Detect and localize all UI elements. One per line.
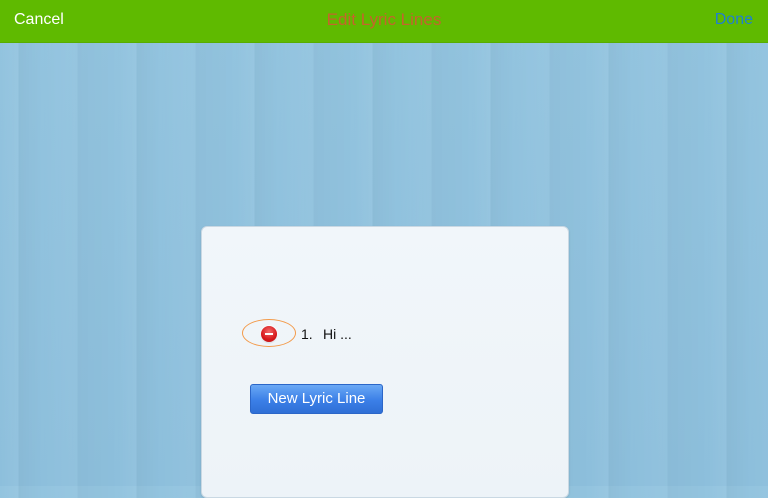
lyric-lines-panel: 1. Hi ... New Lyric Line — [201, 226, 569, 498]
lyric-line-row: 1. Hi ... — [242, 319, 542, 349]
done-button[interactable]: Done — [715, 11, 753, 29]
nav-bar: Cancel Edit Lyric Lines Done — [0, 0, 768, 43]
page-title: Edit Lyric Lines — [326, 10, 442, 29]
line-text[interactable]: Hi ... — [323, 326, 352, 342]
new-lyric-line-button[interactable]: New Lyric Line — [250, 384, 383, 414]
line-number: 1. — [301, 326, 313, 342]
minus-circle-icon — [261, 326, 277, 342]
delete-line-button[interactable] — [242, 319, 296, 347]
